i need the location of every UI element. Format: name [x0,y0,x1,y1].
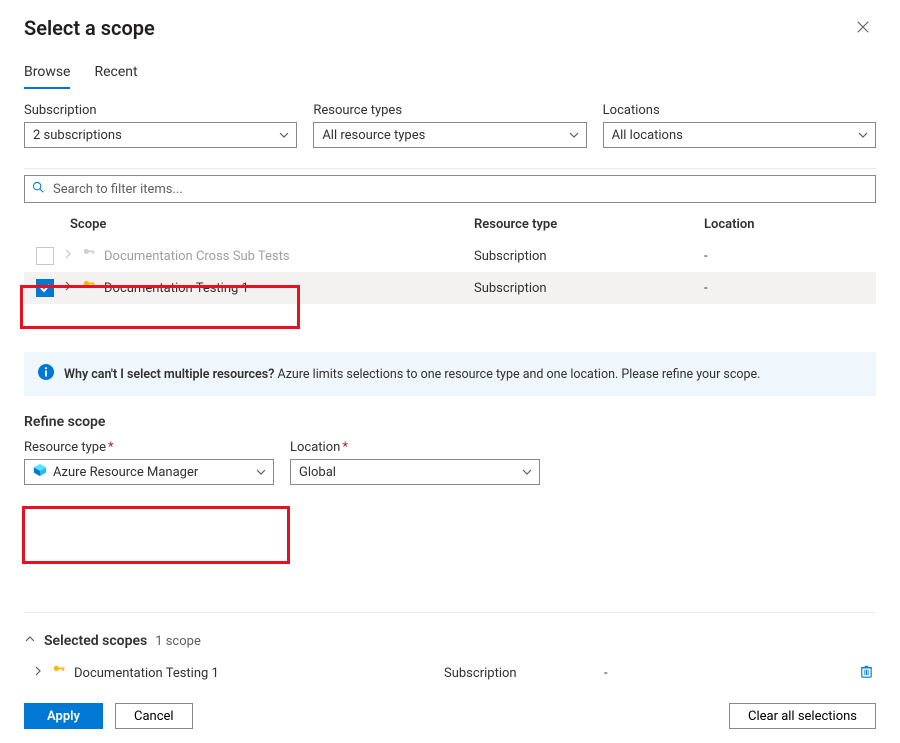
refine-resource-type-value: Azure Resource Manager [53,465,198,480]
selected-scope-type: Subscription [444,666,604,681]
chevron-right-icon[interactable] [62,248,74,264]
resource-types-value: All resource types [322,128,425,143]
refine-resource-type-dropdown[interactable]: Azure Resource Manager [24,459,274,485]
close-button[interactable] [850,16,876,41]
tab-browse[interactable]: Browse [24,58,70,88]
scope-location: - [704,249,876,264]
key-icon [52,664,66,682]
chevron-down-icon [568,129,580,141]
table-row[interactable]: Documentation Cross Sub Tests Subscripti… [24,240,876,272]
refine-location-value: Global [299,465,336,480]
search-box[interactable] [24,175,876,203]
trash-icon [859,668,874,683]
resource-types-label: Resource types [313,103,586,118]
divider [24,168,876,169]
delete-selected-button[interactable] [859,664,876,683]
chevron-down-icon [278,129,290,141]
annotation-highlight [22,506,290,564]
resource-types-dropdown[interactable]: All resource types [313,122,586,148]
col-type-header: Resource type [474,217,704,232]
tab-recent[interactable]: Recent [94,58,137,88]
panel-title: Select a scope [24,16,155,40]
cancel-button[interactable]: Cancel [115,703,193,729]
search-icon [31,180,45,198]
table-row[interactable]: Documentation Testing 1 Subscription - [24,272,876,304]
scope-type: Subscription [474,249,704,264]
refine-location-dropdown[interactable]: Global [290,459,540,485]
locations-dropdown[interactable]: All locations [603,122,876,148]
subscription-label: Subscription [24,103,297,118]
divider [24,612,876,613]
chevron-down-icon [857,129,869,141]
scope-location: - [704,281,876,296]
selected-scopes-count: 1 scope [155,634,201,649]
apply-button[interactable]: Apply [24,703,103,729]
clear-selections-button[interactable]: Clear all selections [729,703,876,729]
scope-type: Subscription [474,281,704,296]
locations-label: Locations [603,103,876,118]
chevron-up-icon [24,633,36,649]
cube-icon [33,463,47,481]
tab-bar: Browse Recent [24,58,876,89]
locations-value: All locations [612,128,683,143]
chevron-right-icon[interactable] [32,665,44,681]
info-lead: Why can't I select multiple resources? [64,367,274,382]
selected-scope-location: - [604,666,859,681]
scope-name: Documentation Cross Sub Tests [104,249,290,264]
selected-scope-name: Documentation Testing 1 [74,666,219,681]
key-icon [82,279,96,297]
close-icon [856,21,870,38]
subscription-value: 2 subscriptions [33,128,122,143]
selected-scopes-label: Selected scopes [44,633,147,649]
chevron-right-icon[interactable] [62,280,74,296]
key-icon [82,247,96,265]
info-icon [38,364,54,384]
scope-name: Documentation Testing 1 [104,281,249,296]
row-checkbox[interactable] [36,247,54,265]
col-scope-header: Scope [24,217,474,232]
refine-location-label: Location* [290,440,540,455]
refine-scope-title: Refine scope [24,414,876,430]
info-banner: Why can't I select multiple resources? A… [24,352,876,396]
search-input[interactable] [51,181,869,198]
subscription-dropdown[interactable]: 2 subscriptions [24,122,297,148]
info-text: Azure limits selections to one resource … [277,367,760,382]
table-header: Scope Resource type Location [24,211,876,240]
selected-scope-row: Documentation Testing 1 Subscription - [24,657,876,689]
row-checkbox[interactable] [36,279,54,297]
selected-scopes-header[interactable]: Selected scopes 1 scope [24,625,876,657]
refine-resource-type-label: Resource type* [24,440,274,455]
chevron-down-icon [255,466,267,478]
chevron-down-icon [521,466,533,478]
col-location-header: Location [704,217,876,232]
